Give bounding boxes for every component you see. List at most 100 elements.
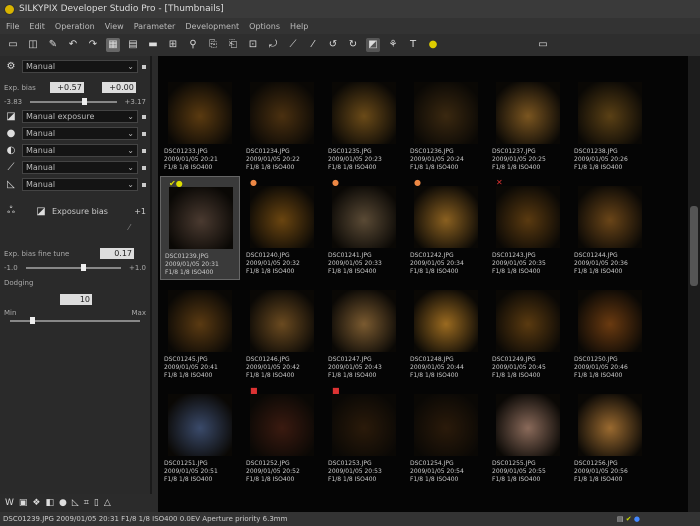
reset-dot[interactable] [142, 114, 146, 119]
noise-icon[interactable]: ● [59, 498, 67, 508]
thumbnail-item[interactable]: ● DSC01241.JPG 2009/01/05 20:33 F1/8 1/8 IS… [324, 176, 404, 280]
exp-slider[interactable] [30, 98, 117, 105]
combined-view-icon[interactable]: ▤ [126, 38, 140, 52]
file-name: DSC01233.JPG [164, 148, 208, 155]
mode-select[interactable]: Manual ⌄ [22, 127, 138, 140]
thumbnail-item[interactable]: DSC01250.JPG 2009/01/05 20:46 F1/8 1/8 ISO… [570, 280, 650, 384]
palette-icon[interactable]: ஃ [4, 205, 18, 217]
thumbnail-item[interactable]: ● DSC01242.JPG 2009/01/05 20:34 F1/8 1/8 IS… [406, 176, 486, 280]
thumbnail-item[interactable]: ■ DSC01253.JPG 2009/01/05 20:53 F1/8 1/8 IS… [324, 384, 404, 488]
menu-edit[interactable]: Edit [29, 22, 45, 31]
file-info: F1/8 1/8 ISO400 [165, 269, 214, 276]
thumbnail-item[interactable]: DSC01246.JPG 2009/01/05 20:42 F1/8 1/8 ISO… [242, 280, 322, 384]
thumbnail-item[interactable]: DSC01244.JPG 2009/01/05 20:36 F1/8 1/8 ISO… [570, 176, 650, 280]
file-name: DSC01255.JPG [492, 460, 536, 467]
rotate-left-icon[interactable]: ↺ [326, 38, 340, 52]
dodging-field[interactable]: 10 [60, 294, 92, 305]
paste-params-icon[interactable]: ⎗ [226, 38, 240, 52]
curve-icon: ⟋ [7, 162, 15, 173]
transform-icon[interactable]: ⌗ [84, 498, 89, 508]
eyedropper-icon[interactable]: ⁄ [0, 223, 150, 245]
exp-field-1[interactable]: +0.57 [49, 82, 84, 93]
reset-dot[interactable] [142, 148, 146, 153]
thumbnail-item[interactable]: DSC01251.JPG 2009/01/05 20:51 F1/8 1/8 ISO… [160, 384, 240, 488]
thumbnail-item[interactable]: DSC01238.JPG 2009/01/05 20:26 F1/8 1/8 ISO… [570, 72, 650, 176]
menu-view[interactable]: View [105, 22, 124, 31]
bias-field[interactable]: 0.17 [100, 248, 134, 259]
lens-icon[interactable]: ◺ [72, 498, 79, 508]
compare-icon[interactable]: ▯ [94, 498, 99, 508]
thumbnail-item[interactable]: ● DSC01240.JPG 2009/01/05 20:32 F1/8 1/8 IS… [242, 176, 322, 280]
brush-icon[interactable]: ✎ [46, 38, 60, 52]
mode-select[interactable]: Manual ⌄ [22, 144, 138, 157]
thumbnail-item[interactable]: DSC01237.JPG 2009/01/05 20:25 F1/8 1/8 ISO… [488, 72, 568, 176]
menu-operation[interactable]: Operation [55, 22, 95, 31]
thumbnail-view-icon[interactable]: ▦ [106, 38, 120, 52]
thumbnail-item[interactable]: ✔● DSC01239.JPG 2009/01/05 20:31 F1/8 1/8 I… [160, 176, 240, 280]
undo-icon[interactable]: ↶ [66, 38, 80, 52]
menu-bar: File Edit Operation View Parameter Developmen… [0, 18, 700, 34]
thumbnail-item[interactable]: DSC01234.JPG 2009/01/05 20:22 F1/8 1/8 ISO… [242, 72, 322, 176]
thumbnail-item[interactable]: DSC01255.JPG 2009/01/05 20:55 F1/8 1/8 ISO… [488, 384, 568, 488]
scrollbar-thumb[interactable] [690, 206, 698, 286]
white-balance-icon[interactable]: W [5, 498, 14, 508]
thumbnail-item[interactable]: DSC01248.JPG 2009/01/05 20:44 F1/8 1/8 ISO… [406, 280, 486, 384]
rotate-right-icon[interactable]: ↻ [346, 38, 360, 52]
develop-icon[interactable]: ◩ [366, 38, 380, 52]
menu-help[interactable]: Help [290, 22, 308, 31]
section-badge: +1 [134, 206, 146, 216]
reset-dot[interactable] [142, 131, 146, 136]
menu-file[interactable]: File [6, 22, 19, 31]
info-icon[interactable]: ● [426, 38, 440, 52]
menu-parameter[interactable]: Parameter [134, 22, 176, 31]
thumbnail-item[interactable]: DSC01245.JPG 2009/01/05 20:41 F1/8 1/8 ISO… [160, 280, 240, 384]
mode-value: Manual [26, 163, 56, 172]
open-folder-icon[interactable]: ▭ [6, 38, 20, 52]
warning-icon[interactable]: △ [104, 498, 111, 508]
eyedropper-icon[interactable]: ⁄ [306, 38, 320, 52]
mode-select[interactable]: Manual ⌄ [22, 161, 138, 174]
redo-icon[interactable]: ↷ [86, 38, 100, 52]
reset-dot[interactable] [142, 64, 146, 69]
rotate-icon[interactable]: ⤾ [266, 38, 280, 52]
thumbnail-item[interactable]: DSC01256.JPG 2009/01/05 20:56 F1/8 1/8 ISO… [570, 384, 650, 488]
monitor-icon[interactable]: ▭ [536, 38, 550, 52]
file-name: DSC01244.JPG [574, 252, 618, 259]
preview-view-icon[interactable]: ▬ [146, 38, 160, 52]
thumbnail-item[interactable]: DSC01247.JPG 2009/01/05 20:43 F1/8 1/8 ISO… [324, 280, 404, 384]
stamp-icon[interactable]: ⚲ [186, 38, 200, 52]
open-file-icon[interactable]: ◫ [26, 38, 40, 52]
color-icon[interactable]: ❖ [32, 498, 40, 508]
thumbnail-item[interactable]: DSC01233.JPG 2009/01/05 20:21 F1/8 1/8 ISO… [160, 72, 240, 176]
copy-params-icon[interactable]: ⎘ [206, 38, 220, 52]
mode-select[interactable]: Manual exposure ⌄ [22, 110, 138, 123]
dodging-min: Min [4, 309, 17, 317]
thumbnail-item[interactable]: ✕ DSC01243.JPG 2009/01/05 20:35 F1/8 1/8 IS… [488, 176, 568, 280]
file-name: DSC01247.JPG [328, 356, 372, 363]
crop-icon[interactable]: ⊡ [246, 38, 260, 52]
exp-field-2[interactable]: +0.00 [101, 82, 136, 93]
thumbnail-item[interactable]: ■ DSC01252.JPG 2009/01/05 20:52 F1/8 1/8 IS… [242, 384, 322, 488]
tone-icon[interactable]: ▣ [19, 498, 28, 508]
batch-icon[interactable]: ⚘ [386, 38, 400, 52]
tools-icon[interactable]: T [406, 38, 420, 52]
vertical-scrollbar[interactable] [688, 56, 700, 512]
bias-slider[interactable] [25, 264, 121, 271]
dodging-slider[interactable] [10, 317, 140, 324]
mode-select[interactable]: Manual ⌄ [22, 178, 138, 191]
sharpness-icon[interactable]: ◧ [46, 498, 55, 508]
thumbnail-item[interactable]: DSC01235.JPG 2009/01/05 20:23 F1/8 1/8 ISO… [324, 72, 404, 176]
thumbnail-item[interactable]: DSC01236.JPG 2009/01/05 20:24 F1/8 1/8 ISO… [406, 72, 486, 176]
menu-options[interactable]: Options [249, 22, 280, 31]
thumbnail-item[interactable]: DSC01254.JPG 2009/01/05 20:54 F1/8 1/8 ISO… [406, 384, 486, 488]
file-date: 2009/01/05 20:25 [492, 156, 546, 163]
thumbnail-image [168, 290, 232, 352]
file-info: F1/8 1/8 ISO400 [246, 476, 295, 483]
reset-dot[interactable] [142, 182, 146, 187]
grid-icon[interactable]: ⊞ [166, 38, 180, 52]
preset-select[interactable]: Manual ⌄ [22, 60, 138, 73]
reset-dot[interactable] [142, 165, 146, 170]
straighten-icon[interactable]: ⟋ [286, 38, 300, 52]
menu-development[interactable]: Development [185, 22, 239, 31]
thumbnail-item[interactable]: DSC01249.JPG 2009/01/05 20:45 F1/8 1/8 ISO… [488, 280, 568, 384]
